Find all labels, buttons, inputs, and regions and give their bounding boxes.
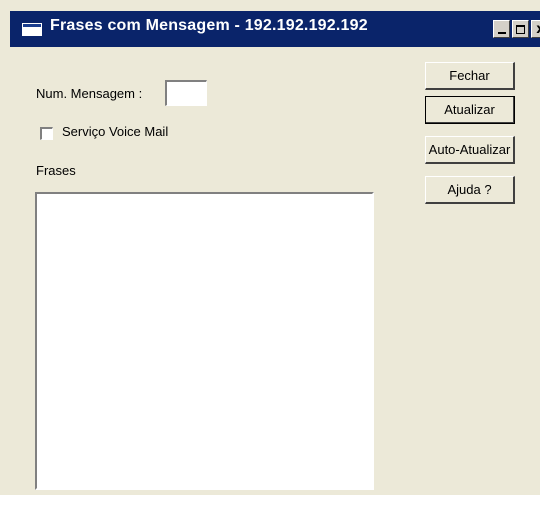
auto-atualizar-button[interactable]: Auto-Atualizar <box>425 136 515 164</box>
num-mensagem-input[interactable] <box>165 80 207 106</box>
minimize-button[interactable] <box>493 20 510 38</box>
num-mensagem-label: Num. Mensagem : <box>36 86 143 101</box>
maximize-icon <box>516 24 525 34</box>
close-button[interactable]: x <box>531 20 540 38</box>
ajuda-button[interactable]: Ajuda ? <box>425 176 515 204</box>
title-bar[interactable]: Frases com Mensagem - 192.192.192.192 x <box>10 11 540 47</box>
voice-mail-checkbox[interactable] <box>40 127 53 140</box>
voice-mail-label[interactable]: Serviço Voice Mail <box>62 124 168 139</box>
frases-textarea[interactable] <box>35 192 374 490</box>
main-window: Frases com Mensagem - 192.192.192.192 x … <box>0 0 540 495</box>
frases-label: Frases <box>36 163 76 178</box>
fechar-button[interactable]: Fechar <box>425 62 515 90</box>
atualizar-button[interactable]: Atualizar <box>425 96 515 124</box>
maximize-button[interactable] <box>512 20 529 38</box>
window-app-icon <box>22 23 42 36</box>
window-title: Frases com Mensagem - 192.192.192.192 <box>50 17 368 34</box>
close-icon: x <box>536 22 540 37</box>
minimize-icon <box>497 32 506 34</box>
